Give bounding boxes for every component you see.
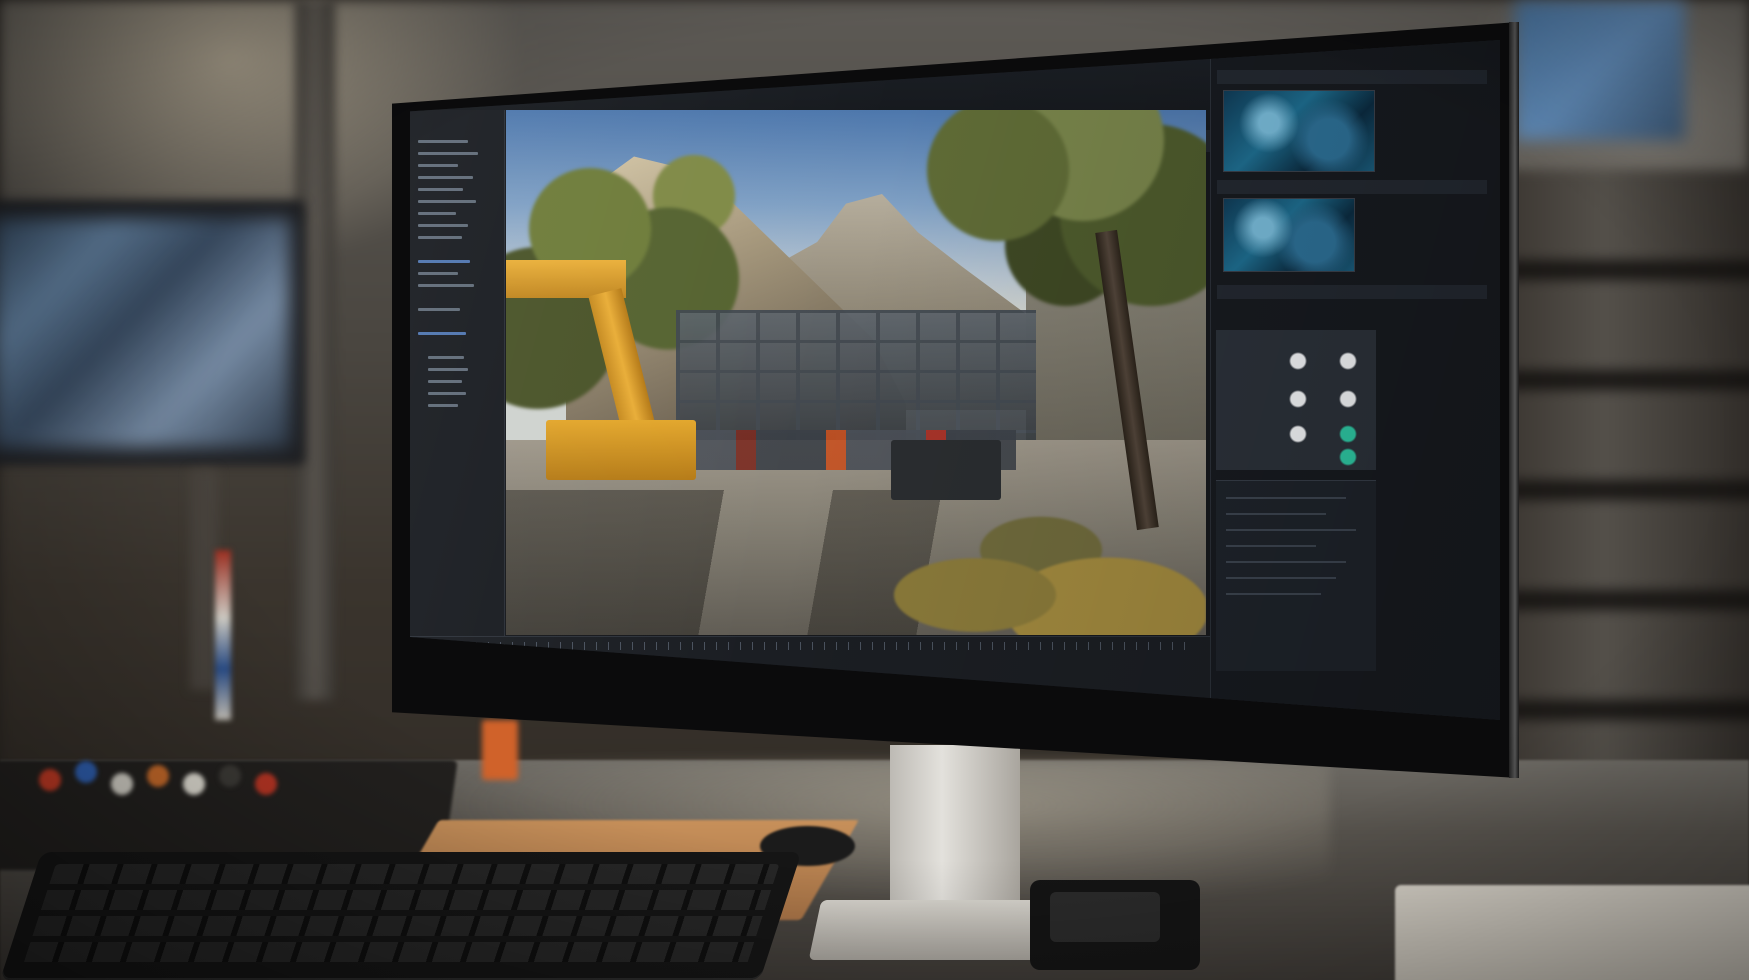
details-row[interactable] (1226, 545, 1316, 547)
monitor-screen (410, 40, 1500, 720)
outliner-item[interactable] (428, 368, 468, 371)
viewport-tree-canopy (896, 110, 1206, 380)
tray-components (20, 740, 320, 820)
outliner-item[interactable] (428, 392, 466, 395)
outliner-item[interactable] (418, 152, 478, 155)
outliner-item-selected[interactable] (418, 332, 466, 335)
outliner-item-selected[interactable] (418, 260, 470, 263)
panel-header[interactable] (1217, 180, 1487, 194)
details-panel[interactable] (1216, 480, 1376, 671)
details-row[interactable] (1226, 497, 1346, 499)
outliner-item[interactable] (418, 164, 458, 167)
asset-item[interactable] (1286, 390, 1310, 408)
viewport-crane-body (546, 420, 696, 480)
asset-item[interactable] (1286, 352, 1310, 370)
asset-item[interactable] (1336, 425, 1360, 443)
details-row[interactable] (1226, 577, 1336, 579)
panel-header[interactable] (1217, 285, 1487, 299)
asset-item[interactable] (1336, 390, 1360, 408)
asset-item[interactable] (1336, 448, 1360, 466)
asset-item[interactable] (1286, 425, 1310, 443)
outliner-item[interactable] (428, 356, 464, 359)
outliner-item[interactable] (418, 188, 463, 191)
panel-header[interactable] (1217, 70, 1487, 84)
scene-outliner-panel[interactable] (410, 110, 505, 710)
keyboard-keys (22, 864, 780, 966)
monitor-stand-neck (890, 745, 1020, 915)
viewport-vehicle (891, 440, 1001, 500)
background-right-screen (1515, 0, 1685, 140)
3d-viewport[interactable] (506, 110, 1206, 635)
details-row[interactable] (1226, 529, 1356, 531)
outliner-item[interactable] (418, 176, 473, 179)
outliner-item[interactable] (418, 224, 468, 227)
preview-thumbnail[interactable] (1223, 198, 1355, 272)
keyboard (0, 852, 802, 980)
outliner-item[interactable] (428, 380, 462, 383)
orange-post (482, 720, 518, 780)
photo-scene (0, 0, 1749, 980)
asset-browser[interactable] (1216, 330, 1376, 470)
outliner-item[interactable] (428, 404, 458, 407)
outliner-item[interactable] (418, 140, 468, 143)
asset-item[interactable] (1336, 352, 1360, 370)
monitor-edge (1509, 22, 1519, 778)
background-shelf (1500, 170, 1749, 790)
background-stand (190, 470, 218, 690)
outliner-item[interactable] (418, 308, 460, 311)
background-monitor-screen (0, 218, 290, 448)
cable-adapter (1030, 880, 1200, 970)
details-row[interactable] (1226, 513, 1326, 515)
desk-device (1395, 885, 1749, 980)
details-row[interactable] (1226, 561, 1346, 563)
outliner-item[interactable] (418, 200, 476, 203)
outliner-item[interactable] (418, 284, 474, 287)
outliner-item[interactable] (418, 212, 456, 215)
details-row[interactable] (1226, 593, 1321, 595)
outliner-item[interactable] (418, 272, 458, 275)
background-striped-post (215, 550, 231, 720)
outliner-item[interactable] (418, 236, 462, 239)
preview-thumbnail[interactable] (1223, 90, 1375, 172)
